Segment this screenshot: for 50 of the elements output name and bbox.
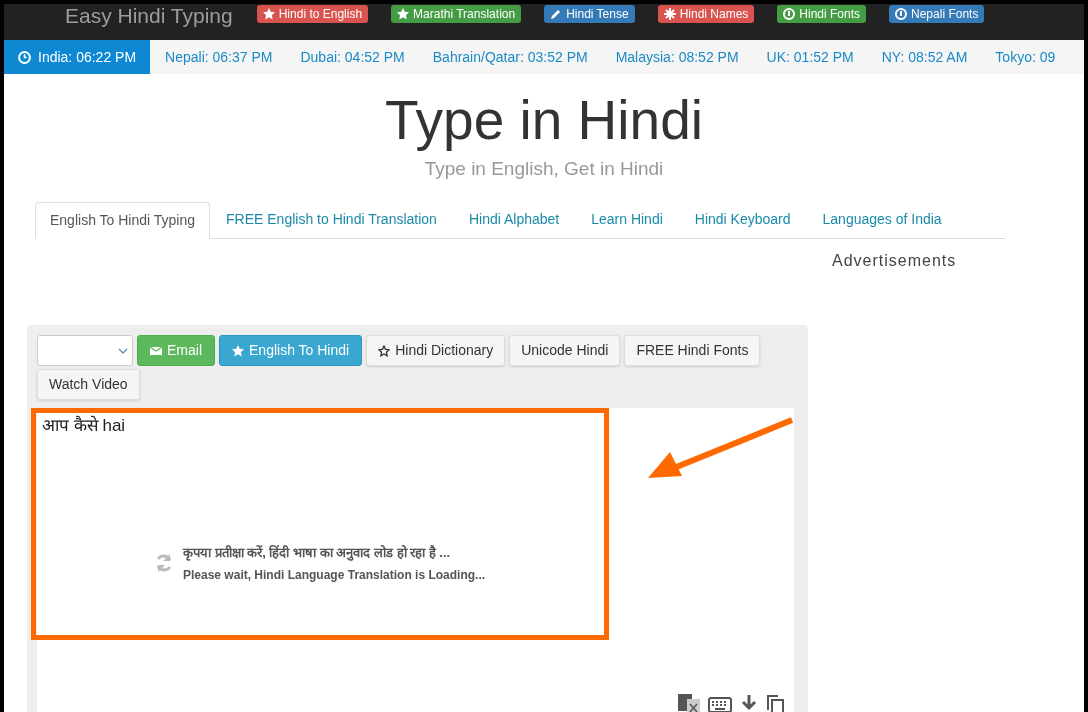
download-icon[interactable] — [740, 694, 758, 712]
toolbar-button[interactable]: Email — [137, 335, 215, 366]
clock-icon — [18, 50, 31, 64]
star-icon — [262, 8, 275, 20]
info-icon — [783, 8, 796, 20]
site-title[interactable]: Easy Hindi Typing — [65, 4, 233, 28]
editor-text: आप कैसे hai — [42, 416, 126, 435]
copy-icon[interactable] — [766, 694, 784, 712]
toolbar-button[interactable]: Watch Video — [37, 369, 140, 400]
loading-message-english: Please wait, Hindi Language Translation is Loading... — [183, 566, 486, 584]
nav-tab[interactable]: English To Hindi Typing — [35, 201, 211, 239]
keyboard-icon[interactable] — [708, 697, 732, 712]
envelope-icon — [150, 344, 162, 357]
time-zone-link[interactable]: NY: 08:52 AM — [867, 40, 982, 74]
time-zone-link[interactable]: Malaysia: 08:52 PM — [601, 40, 753, 74]
time-zone-link[interactable]: UK: 01:52 PM — [752, 40, 868, 74]
star-icon — [232, 344, 244, 357]
nav-badge-link[interactable]: Hindi Fonts — [777, 5, 867, 23]
advertisements-label: Advertisements — [832, 251, 957, 269]
toolbar-button[interactable]: Unicode Hindi — [509, 335, 621, 366]
page-heading: Type in Hindi — [385, 88, 703, 152]
toolbar-button[interactable]: FREE Hindi Fonts — [624, 335, 761, 366]
nav-badge-link[interactable]: Nepali Fonts — [889, 5, 985, 23]
nav-tab[interactable]: Hindi Keyboard — [678, 201, 807, 238]
nav-badge-link[interactable]: Hindi Names — [657, 5, 755, 23]
time-zone-link[interactable]: Bahrain/Qatar: 03:52 PM — [418, 40, 602, 74]
toolbar-button[interactable]: English To Hindi — [219, 335, 363, 366]
editor-textarea[interactable]: आप कैसे hai कृपया प्रतीक्षा करें, हिंदी भाषा का अनुवाद लोड हो रहा है ... Please wait, Hindi Language Translation is Loading... — [37, 408, 794, 712]
refresh-icon — [154, 553, 174, 574]
time-zone-link[interactable]: India: 06:22 PM — [4, 40, 151, 74]
star-icon — [378, 344, 391, 357]
time-zone-link[interactable]: Nepali: 06:37 PM — [151, 40, 287, 74]
nav-tab[interactable]: Learn Hindi — [575, 201, 679, 238]
chevron-down-icon — [118, 347, 128, 354]
page-subheading: Type in English, Get in Hindi — [424, 157, 664, 181]
nav-tab[interactable]: Hindi Alphabet — [452, 201, 576, 238]
time-zone-link[interactable]: Dubai: 04:52 PM — [286, 40, 419, 74]
toolbar-button[interactable]: Hindi Dictionary — [366, 335, 506, 366]
loading-message-hindi: कृपया प्रतीक्षा करें, हिंदी भाषा का अनुवाद लोड हो रहा है ... — [183, 544, 452, 563]
nav-badge-link[interactable]: Hindi to English — [256, 5, 369, 23]
asterisk-icon — [663, 8, 676, 20]
nav-badge-link[interactable]: Hindi Tense — [544, 5, 635, 23]
time-zone-link[interactable]: Tokyo: 09 — [981, 40, 1070, 74]
nav-badge-link[interactable]: Marathi Translation — [391, 5, 522, 23]
info-icon — [895, 8, 908, 20]
nav-tab[interactable]: FREE English to Hindi Translation — [210, 201, 453, 238]
translate-icon[interactable] — [678, 694, 700, 712]
star-icon — [397, 8, 410, 20]
nav-tab[interactable]: Languages of India — [806, 201, 958, 238]
pencil-icon — [550, 8, 563, 20]
